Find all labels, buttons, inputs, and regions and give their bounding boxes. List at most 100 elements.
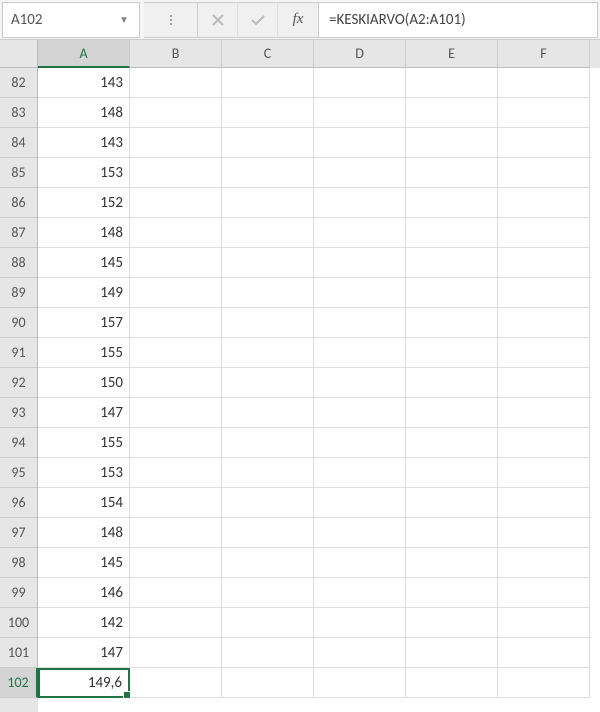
- row-header-93[interactable]: 93: [0, 398, 38, 428]
- cell-C102[interactable]: [222, 668, 314, 698]
- cell-C99[interactable]: [222, 578, 314, 608]
- cell-A102[interactable]: 149,6: [38, 668, 130, 698]
- cell-C86[interactable]: [222, 188, 314, 218]
- cell-F88[interactable]: [498, 248, 590, 278]
- cell-D96[interactable]: [314, 488, 406, 518]
- row-header-91[interactable]: 91: [0, 338, 38, 368]
- column-header-A[interactable]: A: [38, 40, 130, 68]
- row-header-96[interactable]: 96: [0, 488, 38, 518]
- cell-B90[interactable]: [130, 308, 222, 338]
- cell-B85[interactable]: [130, 158, 222, 188]
- cell-A93[interactable]: 147: [38, 398, 130, 428]
- cell-C95[interactable]: [222, 458, 314, 488]
- cell-E102[interactable]: [406, 668, 498, 698]
- cell-B101[interactable]: [130, 638, 222, 668]
- cell-B84[interactable]: [130, 128, 222, 158]
- cell-C90[interactable]: [222, 308, 314, 338]
- cell-F84[interactable]: [498, 128, 590, 158]
- cell-B98[interactable]: [130, 548, 222, 578]
- cell-F92[interactable]: [498, 368, 590, 398]
- cell-E99[interactable]: [406, 578, 498, 608]
- row-header-90[interactable]: 90: [0, 308, 38, 338]
- cell-C92[interactable]: [222, 368, 314, 398]
- cell-F95[interactable]: [498, 458, 590, 488]
- cell-F90[interactable]: [498, 308, 590, 338]
- cell-B86[interactable]: [130, 188, 222, 218]
- cell-B99[interactable]: [130, 578, 222, 608]
- cell-E86[interactable]: [406, 188, 498, 218]
- cell-C89[interactable]: [222, 278, 314, 308]
- select-all-corner[interactable]: [0, 40, 38, 68]
- row-header-92[interactable]: 92: [0, 368, 38, 398]
- cell-D89[interactable]: [314, 278, 406, 308]
- row-header-97[interactable]: 97: [0, 518, 38, 548]
- cell-F102[interactable]: [498, 668, 590, 698]
- cell-E93[interactable]: [406, 398, 498, 428]
- cell-E90[interactable]: [406, 308, 498, 338]
- cell-C96[interactable]: [222, 488, 314, 518]
- row-header-86[interactable]: 86: [0, 188, 38, 218]
- cell-D83[interactable]: [314, 98, 406, 128]
- cell-B82[interactable]: [130, 68, 222, 98]
- cell-C84[interactable]: [222, 128, 314, 158]
- enter-button[interactable]: [238, 2, 278, 38]
- cell-F100[interactable]: [498, 608, 590, 638]
- cell-F85[interactable]: [498, 158, 590, 188]
- cell-D95[interactable]: [314, 458, 406, 488]
- cell-A94[interactable]: 155: [38, 428, 130, 458]
- row-header-99[interactable]: 99: [0, 578, 38, 608]
- cell-A88[interactable]: 145: [38, 248, 130, 278]
- cell-D101[interactable]: [314, 638, 406, 668]
- cell-B89[interactable]: [130, 278, 222, 308]
- cell-F98[interactable]: [498, 548, 590, 578]
- cell-C83[interactable]: [222, 98, 314, 128]
- cell-A82[interactable]: 143: [38, 68, 130, 98]
- cell-C100[interactable]: [222, 608, 314, 638]
- cell-C87[interactable]: [222, 218, 314, 248]
- cell-D82[interactable]: [314, 68, 406, 98]
- fx-expand-button[interactable]: [144, 2, 198, 38]
- row-header-85[interactable]: 85: [0, 158, 38, 188]
- cell-A95[interactable]: 153: [38, 458, 130, 488]
- cell-D98[interactable]: [314, 548, 406, 578]
- cell-A101[interactable]: 147: [38, 638, 130, 668]
- row-header-102[interactable]: 102: [0, 668, 38, 698]
- cell-D94[interactable]: [314, 428, 406, 458]
- cell-D90[interactable]: [314, 308, 406, 338]
- cell-F93[interactable]: [498, 398, 590, 428]
- cell-A90[interactable]: 157: [38, 308, 130, 338]
- cell-C85[interactable]: [222, 158, 314, 188]
- row-header-95[interactable]: 95: [0, 458, 38, 488]
- cell-B91[interactable]: [130, 338, 222, 368]
- cell-C91[interactable]: [222, 338, 314, 368]
- cell-F86[interactable]: [498, 188, 590, 218]
- cell-E83[interactable]: [406, 98, 498, 128]
- cell-A84[interactable]: 143: [38, 128, 130, 158]
- cell-C97[interactable]: [222, 518, 314, 548]
- cell-E85[interactable]: [406, 158, 498, 188]
- cell-A99[interactable]: 146: [38, 578, 130, 608]
- name-box-dropdown-icon[interactable]: ▼: [117, 3, 131, 37]
- name-box[interactable]: A102 ▼: [2, 2, 140, 38]
- cancel-button[interactable]: [198, 2, 238, 38]
- cell-B88[interactable]: [130, 248, 222, 278]
- cell-D92[interactable]: [314, 368, 406, 398]
- cell-F91[interactable]: [498, 338, 590, 368]
- row-header-82[interactable]: 82: [0, 68, 38, 98]
- cell-E100[interactable]: [406, 608, 498, 638]
- cell-B97[interactable]: [130, 518, 222, 548]
- cell-D97[interactable]: [314, 518, 406, 548]
- cell-B87[interactable]: [130, 218, 222, 248]
- cell-D91[interactable]: [314, 338, 406, 368]
- cell-D88[interactable]: [314, 248, 406, 278]
- cell-D86[interactable]: [314, 188, 406, 218]
- cell-A87[interactable]: 148: [38, 218, 130, 248]
- cell-E89[interactable]: [406, 278, 498, 308]
- cell-A85[interactable]: 153: [38, 158, 130, 188]
- row-header-87[interactable]: 87: [0, 218, 38, 248]
- cell-A91[interactable]: 155: [38, 338, 130, 368]
- cell-A89[interactable]: 149: [38, 278, 130, 308]
- cell-D93[interactable]: [314, 398, 406, 428]
- cell-D102[interactable]: [314, 668, 406, 698]
- cell-F101[interactable]: [498, 638, 590, 668]
